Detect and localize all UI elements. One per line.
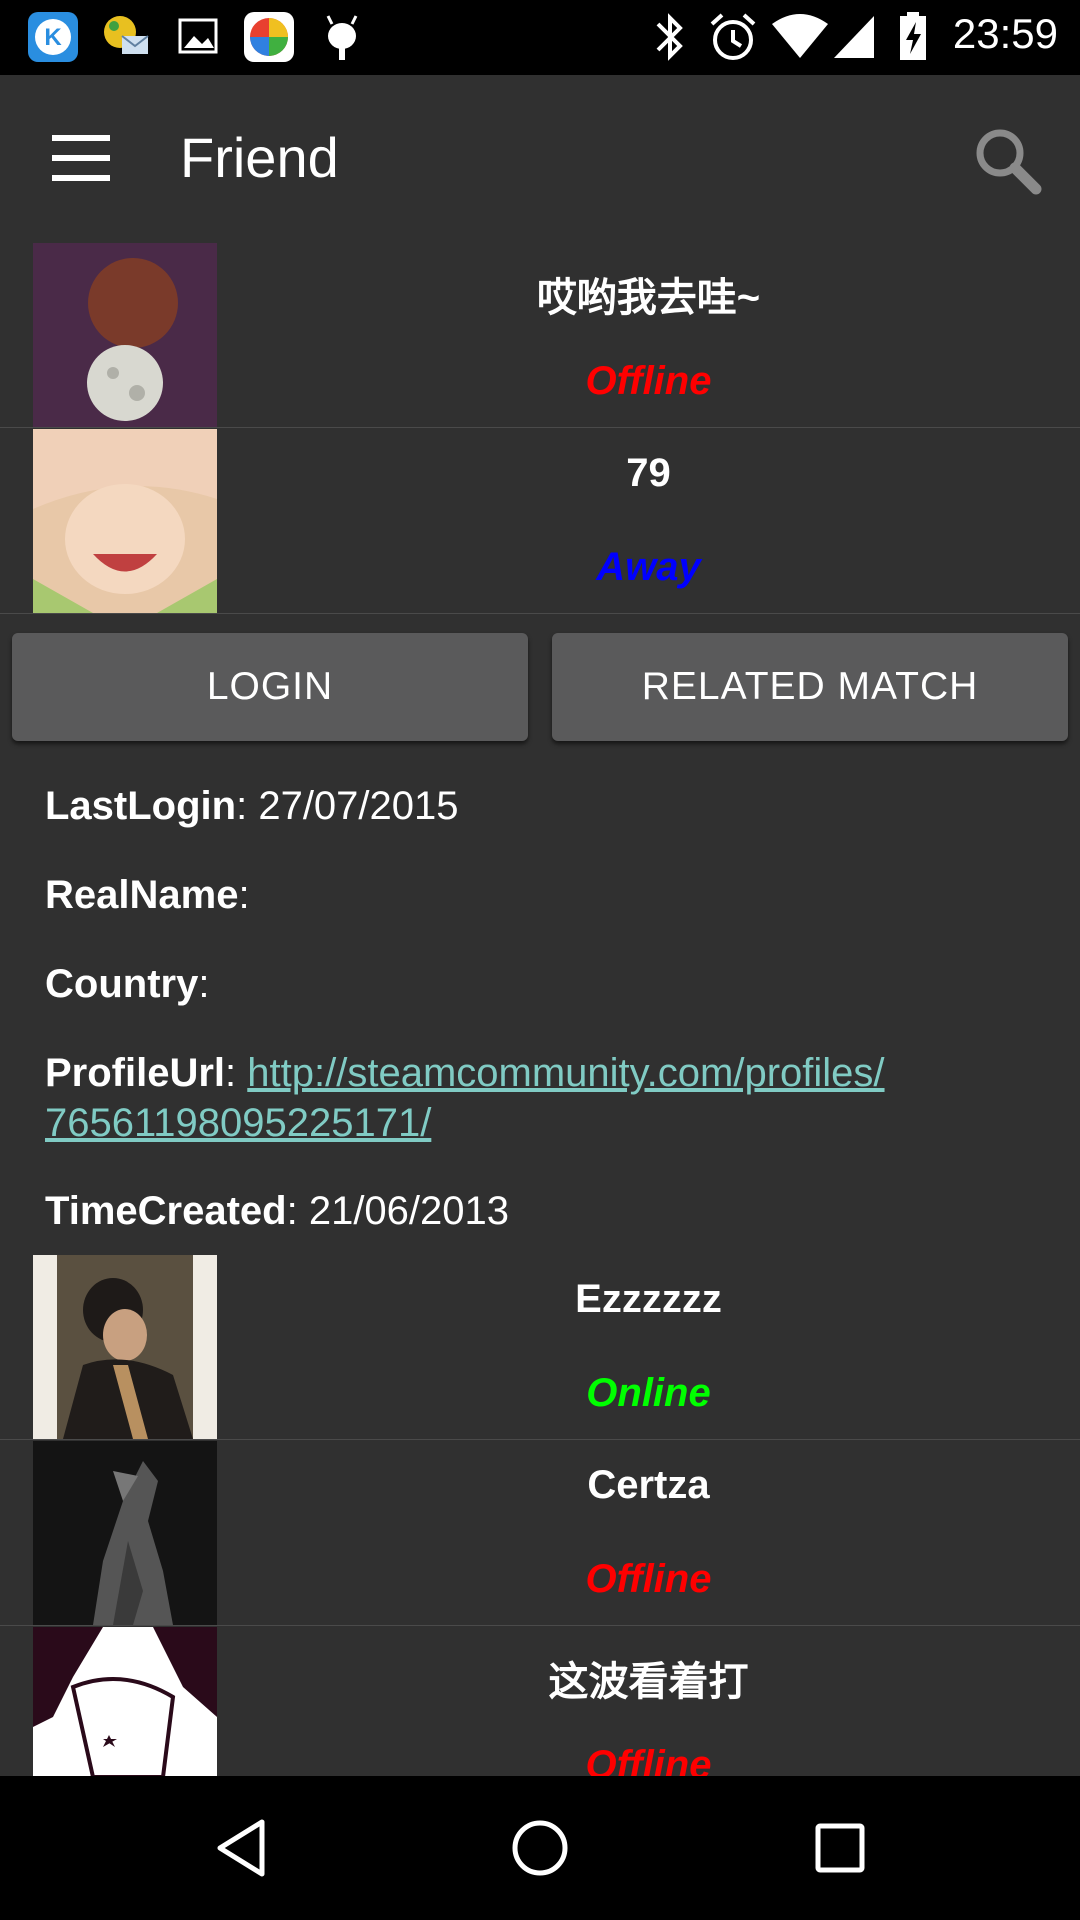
svg-text:K: K	[44, 24, 62, 51]
friend-row[interactable]: 哎哟我去哇~ Offline	[0, 243, 1080, 428]
avatar	[33, 243, 217, 427]
avatar	[33, 429, 217, 613]
back-icon[interactable]	[210, 1816, 274, 1880]
friend-row[interactable]: 79 Away	[0, 429, 1080, 614]
friend-status: Offline	[585, 359, 712, 403]
clock: 23:59	[952, 10, 1058, 57]
profile-url: ProfileUrl: http://steamcommunity.com/pr…	[45, 1051, 885, 1145]
friend-status: Offline	[585, 1557, 712, 1601]
k-app-icon: K	[28, 12, 78, 62]
signal-icon	[832, 10, 876, 69]
menu-icon[interactable]	[52, 135, 112, 181]
navigation-bar	[0, 1776, 1080, 1920]
profile-url-label: ProfileUrl	[45, 1051, 226, 1095]
friend-row[interactable]: Ezzzzzz Online	[0, 1255, 1080, 1440]
friend-row[interactable]: Certza Offline	[0, 1441, 1080, 1626]
friend-name: 这波看着打	[548, 1660, 749, 1704]
bluetooth-icon	[650, 10, 690, 69]
friend-name: Certza	[587, 1463, 710, 1507]
status-bar: K 23:59	[0, 0, 1080, 75]
real-name: RealName:	[45, 873, 250, 917]
profile-url-line1[interactable]: http://steamcommunity.com/profiles/	[247, 1051, 884, 1095]
mail-app-icon	[100, 12, 150, 62]
friend-name: Ezzzzzz	[575, 1277, 722, 1321]
avatar	[33, 1441, 217, 1625]
friend-name: 哎哟我去哇~	[536, 276, 761, 320]
time-created-label: TimeCreated	[45, 1189, 287, 1233]
battery-charging-icon	[896, 10, 930, 69]
wifi-icon	[770, 10, 830, 69]
last-login-label: LastLogin	[45, 784, 237, 828]
friend-status: Online	[586, 1371, 711, 1415]
home-icon[interactable]	[508, 1816, 572, 1880]
country: Country:	[45, 962, 210, 1006]
image-icon	[174, 12, 224, 62]
last-login: LastLogin: 27/07/2015	[45, 784, 459, 828]
pinwheel-app-icon	[244, 12, 294, 62]
real-name-label: RealName	[45, 873, 239, 917]
time-created-value: 21/06/2013	[308, 1189, 510, 1233]
friend-name: 79	[626, 451, 671, 495]
app-bar: Friend	[0, 75, 1080, 243]
recents-icon[interactable]	[808, 1816, 872, 1880]
profile-url-line2[interactable]: 76561198095225171/	[45, 1101, 431, 1145]
page-title: Friend	[180, 126, 339, 189]
search-icon[interactable]	[968, 121, 1048, 201]
avatar	[33, 1255, 217, 1439]
related-match-button[interactable]: RELATED MATCH	[552, 633, 1068, 741]
last-login-value: 27/07/2015	[258, 784, 459, 828]
alarm-icon	[706, 10, 760, 69]
country-label: Country	[45, 962, 199, 1006]
login-button[interactable]: LOGIN	[12, 633, 528, 741]
android-debug-icon	[318, 12, 368, 62]
time-created: TimeCreated: 21/06/2013	[45, 1189, 510, 1233]
friend-status: Away	[596, 545, 701, 589]
